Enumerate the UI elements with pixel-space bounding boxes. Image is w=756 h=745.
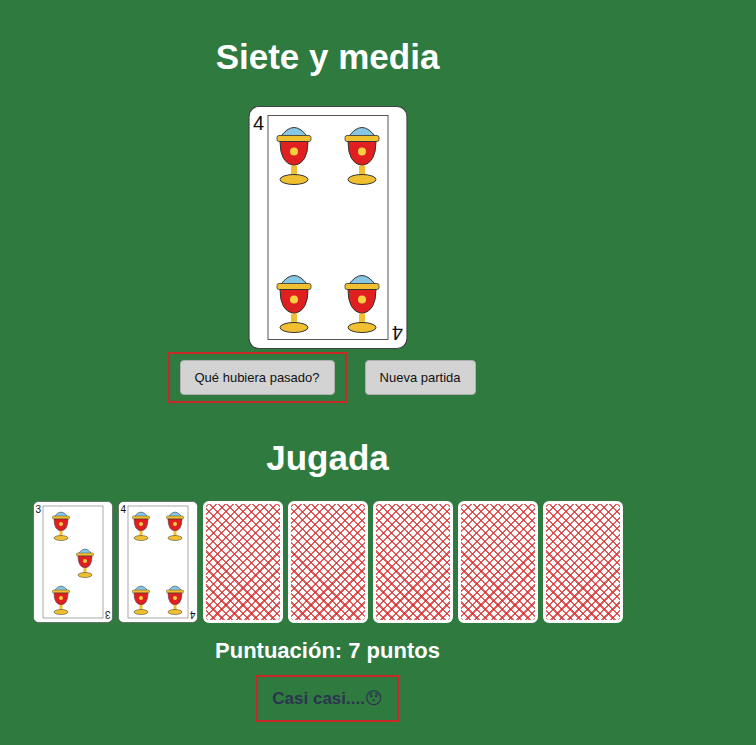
card-value: 4 — [189, 609, 195, 620]
card-back — [543, 501, 623, 623]
hand-title: Jugada — [266, 437, 389, 479]
cup-icon — [277, 276, 311, 333]
action-highlight: Qué hubiera pasado? — [168, 352, 347, 403]
card-value: 4 — [120, 504, 126, 515]
action-bar: Qué hubiera pasado? Nueva partida — [168, 352, 488, 403]
hand-row: 3344 — [33, 501, 623, 623]
card-back — [203, 501, 283, 623]
action-button[interactable]: Qué hubiera pasado? — [180, 360, 335, 395]
current-card: 44 — [248, 104, 408, 351]
game-column: Siete y media44Qué hubiera pasado?Nueva … — [0, 0, 655, 722]
cup-icon — [345, 128, 379, 185]
cup-icon — [345, 276, 379, 333]
cup-icon — [52, 512, 69, 541]
action-highlight: Nueva partida — [353, 352, 488, 403]
card-back — [373, 501, 453, 623]
cup-icon — [277, 128, 311, 185]
card-back — [458, 501, 538, 623]
game-page: Siete y media44Qué hubiera pasado?Nueva … — [0, 0, 756, 745]
hand-card: 44 — [118, 501, 198, 623]
cup-icon — [166, 512, 183, 541]
cup-icon — [132, 586, 149, 615]
card-value: 3 — [35, 504, 41, 515]
card-value: 4 — [253, 112, 264, 134]
action-button[interactable]: Nueva partida — [365, 360, 476, 395]
result-message: Casi casi....😯 — [256, 675, 398, 722]
game-title: Siete y media — [216, 36, 440, 78]
cup-icon — [166, 586, 183, 615]
card-face — [249, 107, 407, 349]
hand-card: 33 — [33, 501, 113, 623]
cup-icon — [52, 586, 69, 615]
card-back — [288, 501, 368, 623]
cup-icon — [132, 512, 149, 541]
card-value: 4 — [391, 322, 402, 344]
card-value: 3 — [104, 609, 110, 620]
card-frame — [268, 116, 388, 340]
score-label: Puntuación: 7 puntos — [215, 638, 440, 664]
cup-icon — [76, 549, 93, 578]
